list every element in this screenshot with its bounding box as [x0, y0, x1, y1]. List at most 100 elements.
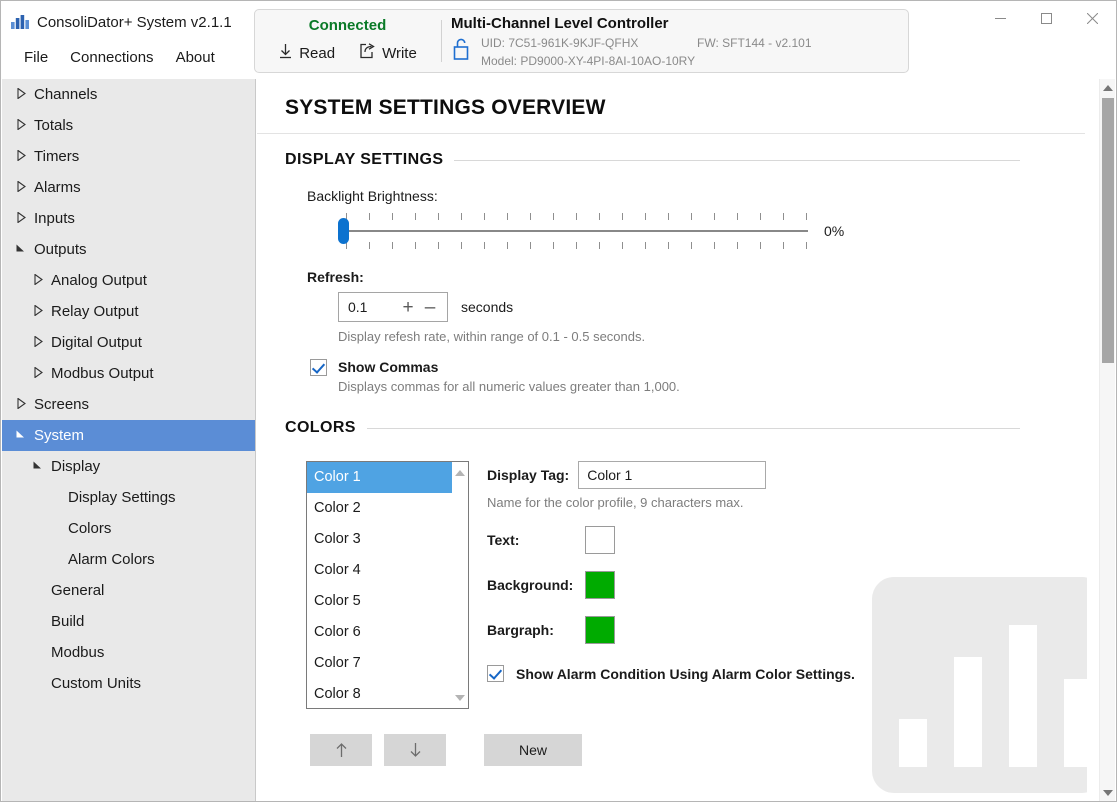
chevron-down-icon[interactable] — [15, 430, 27, 442]
sidebar-item-label: Analog Output — [51, 272, 147, 289]
slider-track — [346, 230, 808, 232]
color-profile-listbox[interactable]: Color 1 Color 2 Color 3 Color 4 Color 5 Color… — [306, 461, 469, 709]
list-item[interactable]: Color 7 — [307, 648, 452, 679]
sidebar-item-outputs[interactable]: Outputs — [2, 234, 255, 265]
alarm-condition-checkbox[interactable] — [487, 665, 504, 682]
sidebar-item-general[interactable]: General — [2, 575, 255, 606]
move-down-button[interactable] — [384, 734, 446, 766]
list-item[interactable]: Color 3 — [307, 524, 452, 555]
slider-tick — [714, 213, 715, 220]
write-button[interactable]: Write — [359, 43, 417, 63]
content-scrollbar[interactable] — [1099, 79, 1115, 801]
chevron-down-icon[interactable] — [32, 461, 44, 473]
list-item[interactable]: Color 1 — [307, 462, 452, 493]
text-color-swatch[interactable] — [585, 526, 615, 554]
sidebar-item-display-settings[interactable]: Display Settings — [2, 482, 255, 513]
connection-panel: Connected Read Write Multi-Channel Level… — [254, 9, 909, 73]
list-item[interactable]: Color 2 — [307, 493, 452, 524]
panel-divider — [441, 20, 442, 62]
sidebar-item-screens[interactable]: Screens — [2, 389, 255, 420]
read-label: Read — [299, 44, 336, 62]
listbox-scrollbar[interactable] — [452, 462, 468, 708]
refresh-value[interactable]: 0.1 — [339, 299, 397, 315]
chevron-down-icon[interactable] — [15, 244, 27, 256]
brightness-value: 0% — [824, 223, 845, 239]
sidebar-item-channels[interactable]: Channels — [2, 79, 255, 110]
sidebar-item-label: Screens — [34, 396, 90, 413]
chevron-right-icon[interactable] — [15, 148, 27, 164]
sidebar-item-modbus-output[interactable]: Modbus Output — [2, 358, 255, 389]
watermark-logo — [872, 577, 1087, 793]
minimize-button[interactable] — [977, 2, 1023, 34]
list-item[interactable]: Color 4 — [307, 555, 452, 586]
increment-button[interactable]: + — [397, 298, 419, 317]
chevron-right-icon[interactable] — [15, 396, 27, 412]
sidebar-item-build[interactable]: Build — [2, 606, 255, 637]
sidebar-item-modbus[interactable]: Modbus — [2, 637, 255, 668]
slider-tick — [714, 242, 715, 249]
slider-tick — [507, 213, 508, 220]
scroll-up-icon[interactable] — [1100, 79, 1115, 97]
chevron-right-icon[interactable] — [15, 179, 27, 195]
sidebar-item-timers[interactable]: Timers — [2, 141, 255, 172]
refresh-stepper[interactable]: 0.1 + – — [338, 292, 448, 322]
chevron-right-icon[interactable] — [15, 210, 27, 226]
sidebar-item-alarm-colors[interactable]: Alarm Colors — [2, 544, 255, 575]
new-button[interactable]: New — [484, 734, 582, 766]
scrollbar-thumb[interactable] — [1102, 98, 1114, 363]
listbox-scroll-up-icon[interactable] — [452, 464, 468, 481]
alarm-condition-row[interactable]: Show Alarm Condition Using Alarm Color S… — [487, 665, 907, 682]
slider-tick — [415, 213, 416, 220]
slider-tick — [622, 242, 623, 249]
chevron-right-icon[interactable] — [15, 86, 27, 102]
menu-file[interactable]: File — [13, 47, 59, 68]
refresh-units: seconds — [461, 299, 514, 315]
chevron-right-icon[interactable] — [32, 365, 44, 381]
close-button[interactable] — [1069, 2, 1115, 34]
slider-tick — [461, 213, 462, 220]
chevron-right-icon[interactable] — [32, 334, 44, 350]
display-tag-input[interactable]: Color 1 — [578, 461, 767, 489]
sidebar-item-custom-units[interactable]: Custom Units — [2, 668, 255, 699]
sidebar-item-label: Digital Output — [51, 334, 142, 351]
alarm-condition-label: Show Alarm Condition Using Alarm Color S… — [516, 665, 855, 682]
sidebar-item-system[interactable]: System — [2, 420, 255, 451]
read-button[interactable]: Read — [278, 43, 335, 63]
menu-connections[interactable]: Connections — [59, 47, 164, 68]
maximize-button[interactable] — [1023, 2, 1069, 34]
brightness-slider[interactable] — [338, 213, 808, 249]
unlocked-padlock-icon[interactable] — [451, 36, 471, 67]
list-item[interactable]: Color 5 — [307, 586, 452, 617]
background-color-swatch[interactable] — [585, 571, 615, 599]
sidebar-item-label: Alarms — [34, 179, 81, 196]
display-tag-label: Display Tag: — [487, 467, 570, 483]
sidebar-item-analog-output[interactable]: Analog Output — [2, 265, 255, 296]
chevron-right-icon[interactable] — [15, 117, 27, 133]
chevron-right-icon[interactable] — [32, 272, 44, 288]
slider-tick — [622, 213, 623, 220]
sidebar-item-inputs[interactable]: Inputs — [2, 203, 255, 234]
bargraph-color-swatch[interactable] — [585, 616, 615, 644]
slider-thumb[interactable] — [338, 218, 349, 244]
listbox-scroll-down-icon[interactable] — [452, 689, 468, 706]
sidebar-navigation[interactable]: Channels Totals Timers Alarms Inputs Outputs A… — [2, 79, 256, 801]
write-label: Write — [382, 44, 417, 62]
sidebar-item-alarms[interactable]: Alarms — [2, 172, 255, 203]
sidebar-item-totals[interactable]: Totals — [2, 110, 255, 141]
sidebar-item-label: Display Settings — [68, 489, 176, 506]
sidebar-item-digital-output[interactable]: Digital Output — [2, 327, 255, 358]
chevron-right-icon[interactable] — [32, 303, 44, 319]
list-item[interactable]: Color 6 — [307, 617, 452, 648]
list-item[interactable]: Color 8 — [307, 679, 452, 708]
scroll-down-icon[interactable] — [1100, 784, 1115, 801]
move-up-button[interactable] — [310, 734, 372, 766]
sidebar-item-display[interactable]: Display — [2, 451, 255, 482]
show-commas-row[interactable]: Show Commas Displays commas for all nume… — [310, 359, 1020, 394]
sidebar-item-colors[interactable]: Colors — [2, 513, 255, 544]
sidebar-item-relay-output[interactable]: Relay Output — [2, 296, 255, 327]
show-commas-checkbox[interactable] — [310, 359, 327, 376]
menu-about[interactable]: About — [165, 47, 226, 68]
slider-tick — [645, 213, 646, 220]
slider-tick — [806, 242, 807, 249]
decrement-button[interactable]: – — [419, 298, 447, 317]
